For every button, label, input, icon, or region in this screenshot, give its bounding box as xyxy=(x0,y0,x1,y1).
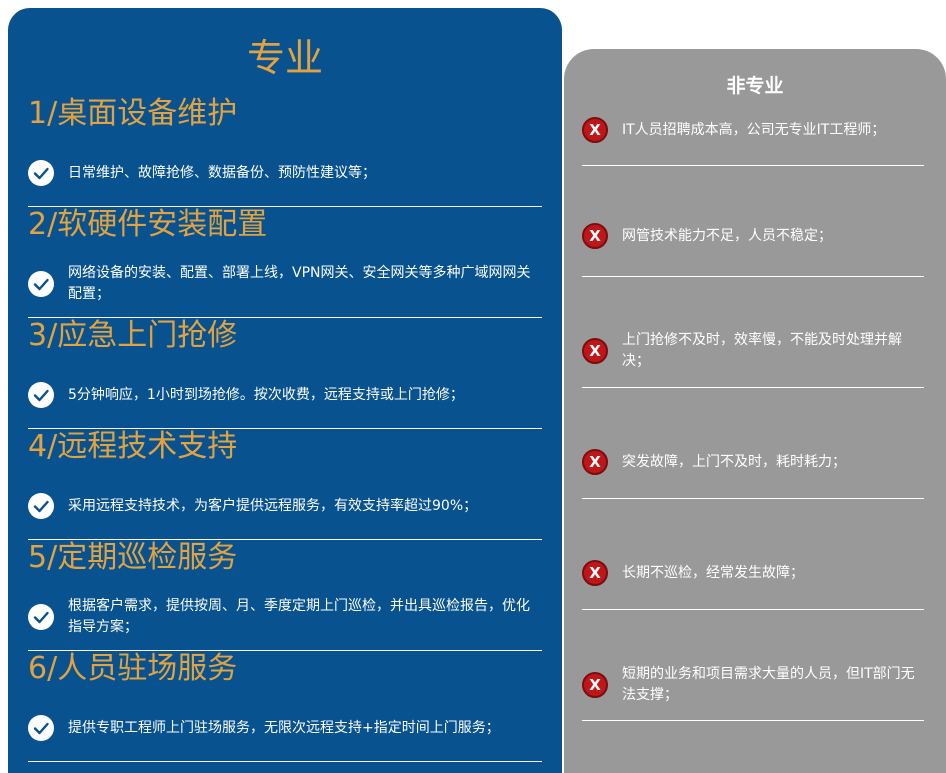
pro-item-text: 网络设备的安装、配置、部署上线，VPN网关、安全网关等多种广域网网关配置； xyxy=(68,265,531,302)
non-item-text: 突发故障，上门不及时，耗时耗力； xyxy=(622,453,846,470)
pro-item-text: 根据客户需求，提供按周、月、季度定期上门巡检，并出具巡检报告，优化指导方案； xyxy=(68,598,530,635)
x-circle-icon: X xyxy=(582,338,608,364)
non-item-text: 长期不巡检，经常发生故障； xyxy=(622,564,804,581)
non-item-text: 短期的业务和项目需求大量的人员，但IT部门无法支撑； xyxy=(622,666,915,703)
pro-item-text: 5分钟响应，1小时到场抢修。按次收费，远程支持或上门抢修； xyxy=(68,386,464,403)
pro-item-heading: 4/远程技术支持 xyxy=(28,429,238,464)
x-circle-icon: X xyxy=(582,117,608,143)
pro-item-heading: 5/定期巡检服务 xyxy=(28,540,238,575)
x-circle-icon: X xyxy=(582,560,608,586)
non-item-1: X IT人员招聘成本高，公司无专业IT工程师； xyxy=(582,55,924,166)
non-item-3: X 上门抢修不及时，效率慢，不能及时处理并解决； xyxy=(582,277,924,388)
pro-item-heading: 2/软硬件安装配置 xyxy=(28,207,268,242)
check-circle-icon xyxy=(28,493,54,519)
x-circle-icon: X xyxy=(582,449,608,475)
check-circle-icon xyxy=(28,160,54,186)
pro-item-2: 2/软硬件安装配置 网络设备的安装、配置、部署上线，VPN网关、安全网关等多种广… xyxy=(28,207,542,318)
non-item-5: X 长期不巡检，经常发生故障； xyxy=(582,499,924,610)
non-item-2: X 网管技术能力不足，人员不稳定； xyxy=(582,166,924,277)
check-circle-icon xyxy=(28,382,54,408)
check-circle-icon xyxy=(28,271,54,297)
pro-item-text: 提供专职工程师上门驻场服务，无限次远程支持+指定时间上门服务； xyxy=(68,719,500,736)
non-item-4: X 突发故障，上门不及时，耗时耗力； xyxy=(582,388,924,499)
pro-item-text: 采用远程支持技术，为客户提供远程服务，有效支持率超过90%； xyxy=(68,497,478,514)
pro-item-4: 4/远程技术支持 采用远程支持技术，为客户提供远程服务，有效支持率超过90%； xyxy=(28,429,542,540)
non-professional-panel: 非专业 X IT人员招聘成本高，公司无专业IT工程师； X 网管技术能力不足，人… xyxy=(564,49,946,773)
x-circle-icon: X xyxy=(582,223,608,249)
professional-panel: 专业 1/桌面设备维护 日常维护、故障抢修、数据备份、预防性建议等； 2/软硬件… xyxy=(8,8,562,773)
non-item-text: 上门抢修不及时，效率慢，不能及时处理并解决； xyxy=(622,332,902,369)
pro-item-5: 5/定期巡检服务 根据客户需求，提供按周、月、季度定期上门巡检，并出具巡检报告，… xyxy=(28,540,542,651)
check-circle-icon xyxy=(28,604,54,630)
x-circle-icon: X xyxy=(582,672,608,698)
pro-item-heading: 3/应急上门抢修 xyxy=(28,318,238,353)
pro-item-text: 日常维护、故障抢修、数据备份、预防性建议等； xyxy=(68,164,376,181)
non-item-text: IT人员招聘成本高，公司无专业IT工程师； xyxy=(622,121,886,138)
pro-item-3: 3/应急上门抢修 5分钟响应，1小时到场抢修。按次收费，远程支持或上门抢修； xyxy=(28,318,542,429)
pro-item-heading: 6/人员驻场服务 xyxy=(28,651,238,686)
non-item-6: X 短期的业务和项目需求大量的人员，但IT部门无法支撑； xyxy=(582,610,924,721)
pro-item-6: 6/人员驻场服务 提供专职工程师上门驻场服务，无限次远程支持+指定时间上门服务； xyxy=(28,651,542,762)
check-circle-icon xyxy=(28,715,54,741)
pro-item-1: 1/桌面设备维护 日常维护、故障抢修、数据备份、预防性建议等； xyxy=(28,96,542,207)
non-item-text: 网管技术能力不足，人员不稳定； xyxy=(622,227,832,244)
pro-item-heading: 1/桌面设备维护 xyxy=(28,96,238,131)
professional-title: 专业 xyxy=(246,36,323,80)
